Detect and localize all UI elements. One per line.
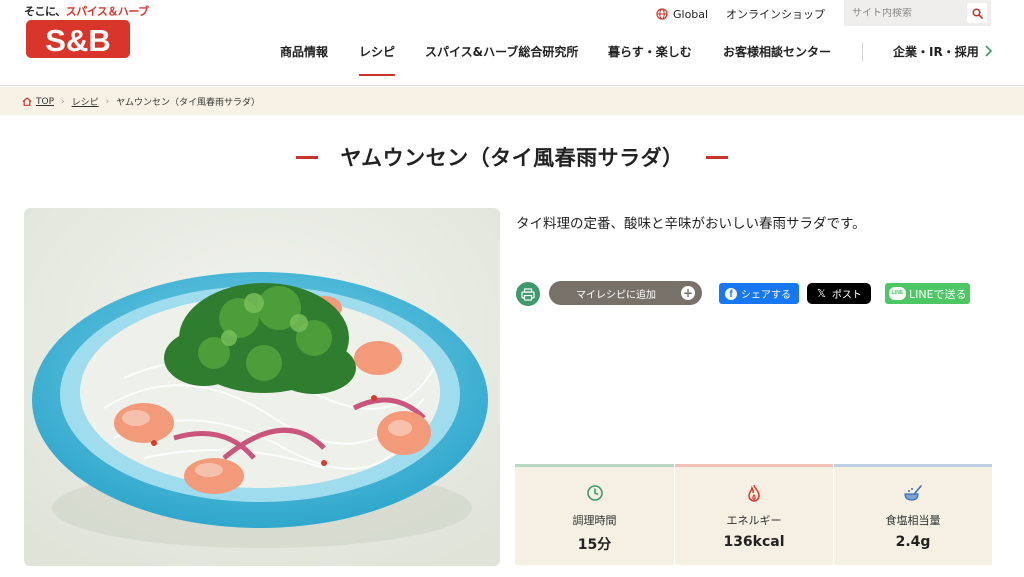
nav-customer-center[interactable]: お客様相談センター [723,44,831,60]
global-label: Global [673,7,709,21]
page-title: ヤムウンセン（タイ風春雨サラダ） [340,146,684,170]
x-icon: 𝕏 [817,288,826,300]
logo-text: S&B [45,23,110,58]
nav-recipes[interactable]: レシピ [359,44,396,76]
chevron-right-icon[interactable] [984,45,992,57]
card-accent [675,464,833,467]
search-button[interactable] [967,3,987,23]
info-value: 2.4g [895,534,931,550]
globe-icon [656,8,668,20]
search-icon [971,7,983,19]
info-card-energy: エネルギー 136kcal [674,464,833,565]
nav-divider [862,43,863,61]
line-icon: LINE [889,287,906,300]
facebook-share-button[interactable]: f シェアする [719,283,799,304]
global-link[interactable]: Global [656,4,708,24]
flame-icon [748,484,760,502]
info-label: 食塩相当量 [885,514,941,527]
info-value: 15分 [577,537,612,553]
plus-icon: + [681,286,695,300]
recipe-description: タイ料理の定番、酸味と辛味がおいしい春雨サラダです。 [516,216,866,232]
logo-tagline: そこに、スパイス＆ハーブ [24,3,149,19]
card-accent [515,464,674,467]
x-label: ポスト [831,290,862,301]
nav-corporate[interactable]: 企業・IR・採用 [893,44,979,60]
x-post-button[interactable]: 𝕏 ポスト [807,283,871,304]
breadcrumb-separator: › [61,96,65,107]
search-input[interactable] [852,7,964,19]
recipe-info: 調理時間 15分 エネルギー 136kcal 食塩相当量 2.4g [515,464,992,565]
info-card-salt: 食塩相当量 2.4g [833,464,992,565]
facebook-label: シェアする [741,290,791,301]
salt-spoon-icon [904,485,922,501]
sb-logo[interactable]: S&B [26,18,130,60]
info-value: 136kcal [723,534,785,550]
home-icon [22,97,32,106]
breadcrumb-recipes[interactable]: レシピ [72,95,99,108]
title-block: ヤムウンセン（タイ風春雨サラダ） [0,142,1024,172]
info-label: 調理時間 [572,514,617,527]
info-label: エネルギー [726,514,782,527]
shop-label: オンラインショップ [726,8,825,21]
print-icon [521,287,535,301]
site-header: そこに、スパイス＆ハーブ S&B Global オンラインショップ 商品情報 レ… [0,0,1024,86]
facebook-icon: f [725,287,737,300]
title-dash-right [705,155,728,159]
site-search [844,0,991,26]
tagline-prefix: そこに、 [24,5,66,18]
tagline-highlight: スパイス＆ハーブ [65,5,150,18]
line-send-button[interactable]: LINE LINEで送る [885,283,970,304]
my-recipe-label: マイレシピに追加 [576,289,656,301]
add-to-my-recipe-button[interactable]: マイレシピに追加 + [549,281,702,305]
info-card-cooking-time: 調理時間 15分 [515,464,674,565]
clock-icon [586,485,603,501]
breadcrumb-separator: › [105,96,110,107]
card-accent [834,464,992,467]
print-button[interactable] [516,282,540,306]
breadcrumb-current: ヤムウンセン（タイ風春雨サラダ） [116,98,260,108]
nav-spice-herb-institute[interactable]: スパイス&ハーブ総合研究所 [425,44,578,60]
nav-lifestyle[interactable]: 暮らす・楽しむ [608,44,692,60]
breadcrumb-top[interactable]: TOP [36,97,54,107]
online-shop-link[interactable]: オンラインショップ [726,4,825,24]
line-label: LINEで送る [909,287,967,301]
title-dash-left [296,155,319,159]
recipe-photo [24,208,500,566]
nav-products[interactable]: 商品情報 [280,44,328,60]
breadcrumb: TOP › レシピ › ヤムウンセン（タイ風春雨サラダ） [0,87,1024,115]
